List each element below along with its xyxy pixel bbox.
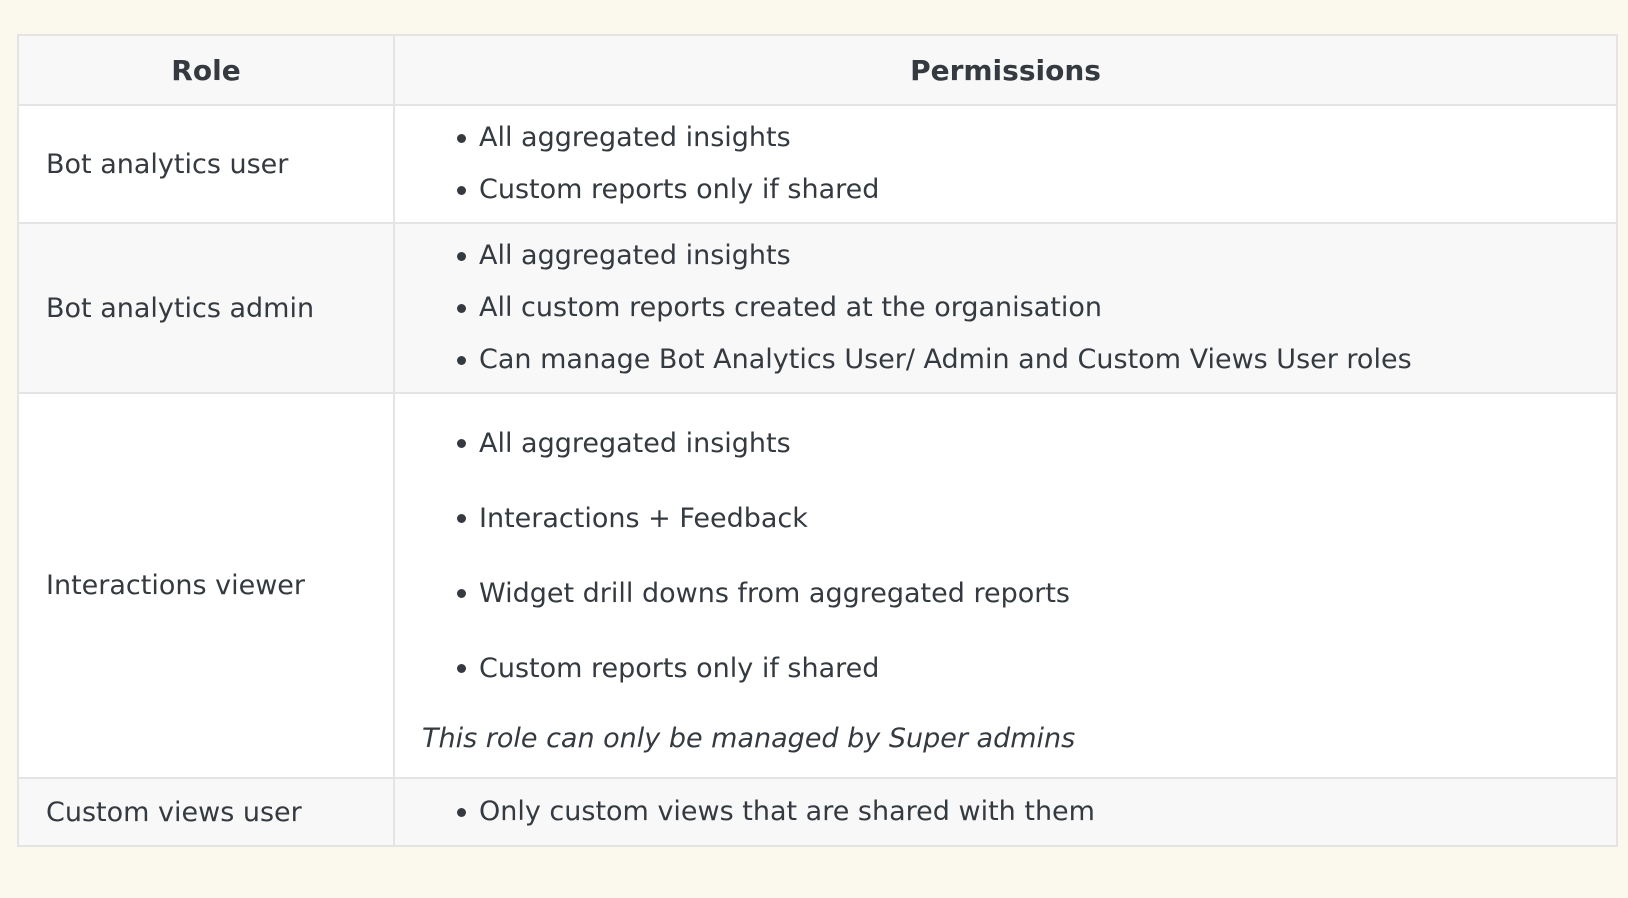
permission-item: All custom reports created at the organi…: [395, 282, 1616, 334]
permission-item: Interactions + Feedback: [395, 481, 1616, 556]
permission-item: Only custom views that are shared with t…: [395, 786, 1616, 838]
roles-permissions-table: Role Permissions Bot analytics user All …: [17, 34, 1618, 847]
role-cell: Bot analytics user: [17, 104, 395, 224]
permissions-cell: All aggregated insights Custom reports o…: [393, 104, 1618, 224]
header-permissions: Permissions: [393, 34, 1618, 106]
table-row: Custom views user Only custom views that…: [17, 777, 1618, 847]
permissions-cell: All aggregated insights Interactions + F…: [393, 392, 1618, 779]
permission-item: Custom reports only if shared: [395, 631, 1616, 706]
permissions-list: All aggregated insights Custom reports o…: [395, 112, 1616, 216]
permission-item: All aggregated insights: [395, 112, 1616, 164]
permission-item: Custom reports only if shared: [395, 164, 1616, 216]
permission-item: All aggregated insights: [395, 406, 1616, 481]
table-row: Bot analytics user All aggregated insigh…: [17, 104, 1618, 224]
permissions-list: All aggregated insights Interactions + F…: [395, 406, 1616, 706]
permission-item: All aggregated insights: [395, 230, 1616, 282]
permissions-list: Only custom views that are shared with t…: [395, 786, 1616, 838]
header-role: Role: [17, 34, 395, 106]
role-cell: Interactions viewer: [17, 392, 395, 779]
permission-item: Widget drill downs from aggregated repor…: [395, 556, 1616, 631]
permission-item: Can manage Bot Analytics User/ Admin and…: [395, 334, 1616, 386]
permissions-cell: Only custom views that are shared with t…: [393, 777, 1618, 847]
table-header-row: Role Permissions: [17, 34, 1618, 106]
permissions-list: All aggregated insights All custom repor…: [395, 230, 1616, 386]
permissions-cell: All aggregated insights All custom repor…: [393, 222, 1618, 394]
role-cell: Bot analytics admin: [17, 222, 395, 394]
table-row: Bot analytics admin All aggregated insig…: [17, 222, 1618, 394]
table-row: Interactions viewer All aggregated insig…: [17, 392, 1618, 779]
role-cell: Custom views user: [17, 777, 395, 847]
role-note: This role can only be managed by Super a…: [422, 722, 1076, 754]
roles-permissions-table-container: Role Permissions Bot analytics user All …: [17, 34, 1618, 847]
